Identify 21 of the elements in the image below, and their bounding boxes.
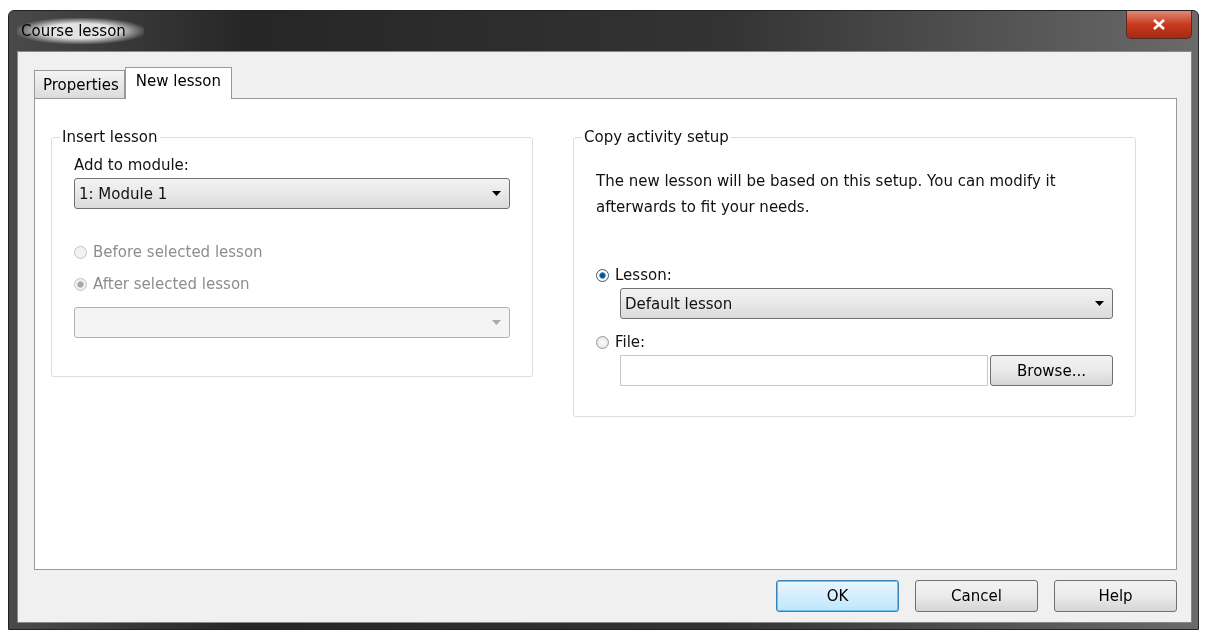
close-icon — [1153, 19, 1165, 30]
close-button[interactable] — [1126, 11, 1192, 39]
radio-button[interactable] — [596, 335, 609, 349]
radio-button[interactable] — [596, 268, 609, 282]
field-label: Add to module: — [74, 156, 190, 174]
file-path-field[interactable] — [620, 355, 988, 386]
dialog-button[interactable]: Cancel — [915, 580, 1038, 612]
dialog-button[interactable]: Help — [1054, 580, 1177, 612]
dialog-button[interactable]: OK — [776, 580, 899, 612]
lesson-dropdown[interactable]: Default lesson — [620, 288, 1113, 319]
radio-option[interactable]: File: — [596, 333, 1113, 351]
dropdown-arrow-icon — [1095, 301, 1104, 306]
radio-option[interactable]: Lesson: — [596, 266, 1113, 284]
dropdown-arrow-icon — [492, 191, 501, 196]
browse-button[interactable]: Browse... — [990, 355, 1113, 386]
window-title: Course lesson — [17, 18, 144, 44]
tab[interactable]: New lesson — [124, 67, 232, 99]
group-title: Copy activity setup — [582, 128, 731, 146]
tab[interactable]: Properties — [34, 70, 125, 98]
description-text: The new lesson will be based on this setup. You can modify it afterwards to fit your needs. — [596, 171, 1057, 218]
dropdown-arrow-icon — [492, 320, 501, 325]
